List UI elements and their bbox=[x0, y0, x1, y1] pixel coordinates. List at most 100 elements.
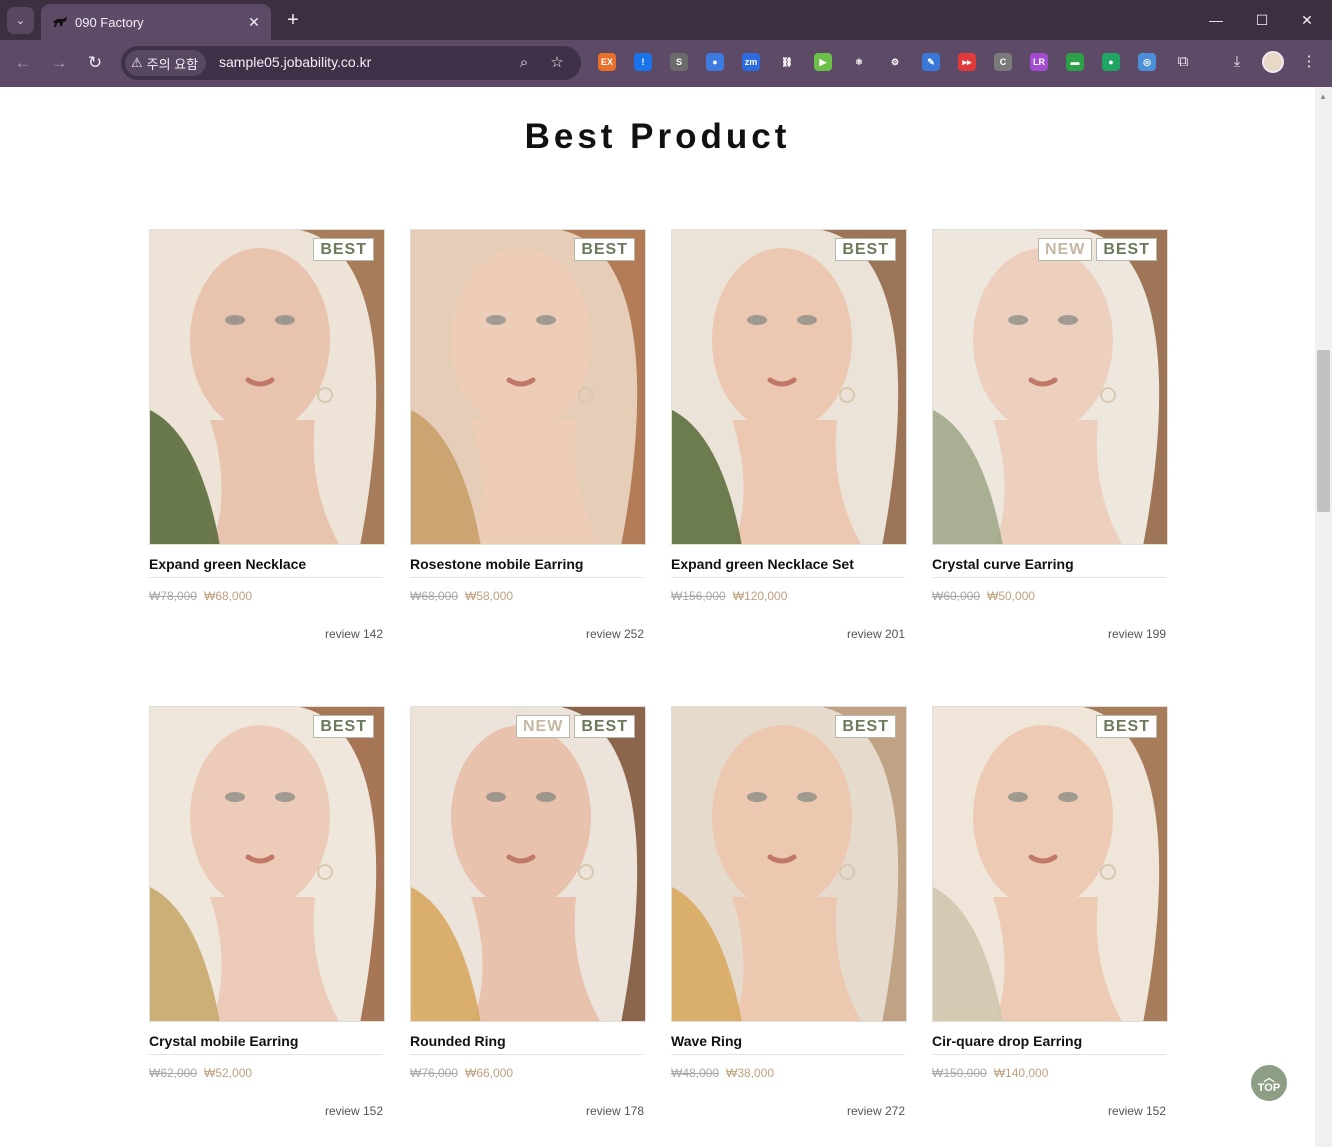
product-image[interactable]: BEST bbox=[671, 229, 907, 545]
best-badge: BEST bbox=[574, 715, 635, 738]
badge-group: BEST bbox=[835, 238, 896, 261]
c-extension-icon[interactable]: C bbox=[994, 53, 1012, 71]
dinosaur-favicon-icon bbox=[51, 15, 69, 29]
product-image[interactable]: NEW BEST bbox=[410, 706, 646, 1022]
tab-close-icon[interactable]: ✕ bbox=[245, 14, 263, 31]
badge-group: BEST bbox=[835, 715, 896, 738]
review-count: review 152 bbox=[324, 1104, 383, 1118]
product-card[interactable]: BEST Crystal mobile Earring ₩62,000 ₩52,… bbox=[149, 706, 385, 1118]
back-arrow-icon[interactable]: ← bbox=[10, 50, 36, 76]
best-badge: BEST bbox=[835, 238, 896, 261]
drop-extension-icon[interactable]: ● bbox=[706, 53, 724, 71]
product-card[interactable]: BEST Wave Ring ₩48,000 ₩38,000 review 27… bbox=[671, 706, 907, 1118]
maximize-button[interactable]: ☐ bbox=[1249, 8, 1275, 32]
sale-price: ₩38,000 bbox=[726, 1066, 775, 1080]
product-image[interactable]: BEST bbox=[410, 229, 646, 545]
product-card[interactable]: NEW BEST Crystal curve Earring ₩60,000 ₩5… bbox=[932, 229, 1168, 641]
price-row: ₩76,000 ₩66,000 bbox=[410, 1066, 646, 1080]
price-row: ₩60,000 ₩50,000 bbox=[932, 589, 1168, 603]
sale-price: ₩58,000 bbox=[465, 589, 514, 603]
video-extension-icon[interactable]: ▸▸ bbox=[958, 53, 976, 71]
new-badge: NEW bbox=[1038, 238, 1093, 261]
minimize-button[interactable]: — bbox=[1203, 8, 1229, 32]
play-extension-icon[interactable]: ▶ bbox=[814, 53, 832, 71]
product-name[interactable]: Cir-quare drop Earring bbox=[932, 1033, 1166, 1055]
zoom-extension-icon[interactable]: zm bbox=[742, 53, 760, 71]
pen-extension-icon[interactable]: ✎ bbox=[922, 53, 940, 71]
scroll-up-arrow-icon[interactable]: ▲ bbox=[1319, 92, 1327, 101]
download-icon[interactable]: ⤓ bbox=[1226, 51, 1248, 73]
ex-extension-icon[interactable]: EX bbox=[598, 53, 616, 71]
new-tab-button[interactable]: + bbox=[283, 8, 303, 32]
chat-extension-icon[interactable]: ● bbox=[1102, 53, 1120, 71]
original-price: ₩68,000 bbox=[410, 589, 459, 603]
bookmark-star-icon[interactable]: ☆ bbox=[547, 53, 567, 73]
info-extension-icon[interactable]: ! bbox=[634, 53, 652, 71]
product-image[interactable]: BEST bbox=[932, 706, 1168, 1022]
product-card[interactable]: BEST Rosestone mobile Earring ₩68,000 ₩5… bbox=[410, 229, 646, 641]
browser-chrome: ⌄ 090 Factory ✕ + — ☐ ✕ ← → ↻ ⚠ 주의 요함 sa… bbox=[0, 0, 1332, 87]
scroll-thumb[interactable] bbox=[1317, 350, 1330, 512]
react-extension-icon[interactable]: ⚛ bbox=[850, 53, 868, 71]
product-name[interactable]: Crystal curve Earring bbox=[932, 556, 1166, 578]
product-name[interactable]: Wave Ring bbox=[671, 1033, 905, 1055]
lr-extension-icon[interactable]: LR bbox=[1030, 53, 1048, 71]
extensions-puzzle-icon[interactable]: ⧉ bbox=[1172, 51, 1194, 73]
original-price: ₩78,000 bbox=[149, 589, 198, 603]
forward-arrow-icon[interactable]: → bbox=[46, 50, 72, 76]
product-card[interactable]: NEW BEST Rounded Ring ₩76,000 ₩66,000 rev… bbox=[410, 706, 646, 1118]
link-extension-icon[interactable]: ⛓ bbox=[778, 53, 796, 71]
product-name[interactable]: Rounded Ring bbox=[410, 1033, 644, 1055]
active-tab[interactable]: 090 Factory ✕ bbox=[41, 4, 271, 40]
best-badge: BEST bbox=[313, 238, 374, 261]
address-bar[interactable]: ⚠ 주의 요함 sample05.jobability.co.kr ⌕ ☆ bbox=[121, 46, 581, 80]
product-name[interactable]: Expand green Necklace bbox=[149, 556, 383, 578]
more-menu-icon[interactable]: ⋮ bbox=[1298, 51, 1320, 73]
s-extension-icon[interactable]: S bbox=[670, 53, 688, 71]
profile-avatar[interactable] bbox=[1262, 51, 1284, 73]
product-image[interactable]: BEST bbox=[671, 706, 907, 1022]
best-badge: BEST bbox=[835, 715, 896, 738]
browser-toolbar: ← → ↻ ⚠ 주의 요함 sample05.jobability.co.kr … bbox=[0, 40, 1332, 87]
best-badge: BEST bbox=[313, 715, 374, 738]
product-image[interactable]: BEST bbox=[149, 706, 385, 1022]
badge-group: NEW BEST bbox=[516, 715, 635, 738]
review-count: review 142 bbox=[324, 627, 383, 641]
tab-search-button[interactable]: ⌄ bbox=[7, 7, 34, 34]
original-price: ₩60,000 bbox=[932, 589, 981, 603]
badge-group: BEST bbox=[313, 238, 374, 261]
scroll-to-top-button[interactable]: ︿ TOP bbox=[1251, 1065, 1287, 1101]
price-row: ₩78,000 ₩68,000 bbox=[149, 589, 385, 603]
sale-price: ₩50,000 bbox=[987, 589, 1036, 603]
close-window-button[interactable]: ✕ bbox=[1294, 8, 1320, 32]
card-extension-icon[interactable]: ▬ bbox=[1066, 53, 1084, 71]
reload-icon[interactable]: ↻ bbox=[82, 50, 108, 76]
product-image[interactable]: NEW BEST bbox=[932, 229, 1168, 545]
badge-group: BEST bbox=[1096, 715, 1157, 738]
security-warning-chip[interactable]: ⚠ 주의 요함 bbox=[125, 50, 207, 76]
product-card[interactable]: BEST Cir-quare drop Earring ₩150,000 ₩14… bbox=[932, 706, 1168, 1118]
review-count: review 252 bbox=[585, 627, 644, 641]
url-text[interactable]: sample05.jobability.co.kr bbox=[219, 54, 371, 70]
page-scrollbar[interactable]: ▲ bbox=[1315, 87, 1332, 1147]
gear-extension-icon[interactable]: ⚙ bbox=[886, 53, 904, 71]
product-name[interactable]: Rosestone mobile Earring bbox=[410, 556, 644, 578]
security-warning-label: 주의 요함 bbox=[146, 56, 199, 72]
original-price: ₩76,000 bbox=[410, 1066, 459, 1080]
tab-bar: ⌄ 090 Factory ✕ + — ☐ ✕ bbox=[0, 0, 1332, 40]
fingerprint-extension-icon[interactable]: ◎ bbox=[1138, 53, 1156, 71]
sale-price: ₩66,000 bbox=[465, 1066, 514, 1080]
zoom-search-icon[interactable]: ⌕ bbox=[514, 53, 534, 73]
sale-price: ₩120,000 bbox=[732, 589, 788, 603]
product-name[interactable]: Crystal mobile Earring bbox=[149, 1033, 383, 1055]
section-title: Best Product bbox=[524, 117, 791, 156]
new-badge: NEW bbox=[516, 715, 571, 738]
badge-group: NEW BEST bbox=[1038, 238, 1157, 261]
product-card[interactable]: BEST Expand green Necklace ₩78,000 ₩68,0… bbox=[149, 229, 385, 641]
review-count: review 199 bbox=[1107, 627, 1166, 641]
top-button-label: TOP bbox=[1257, 1082, 1281, 1094]
product-image[interactable]: BEST bbox=[149, 229, 385, 545]
product-card[interactable]: BEST Expand green Necklace Set ₩156,000 … bbox=[671, 229, 907, 641]
sale-price: ₩140,000 bbox=[993, 1066, 1049, 1080]
product-name[interactable]: Expand green Necklace Set bbox=[671, 556, 905, 578]
